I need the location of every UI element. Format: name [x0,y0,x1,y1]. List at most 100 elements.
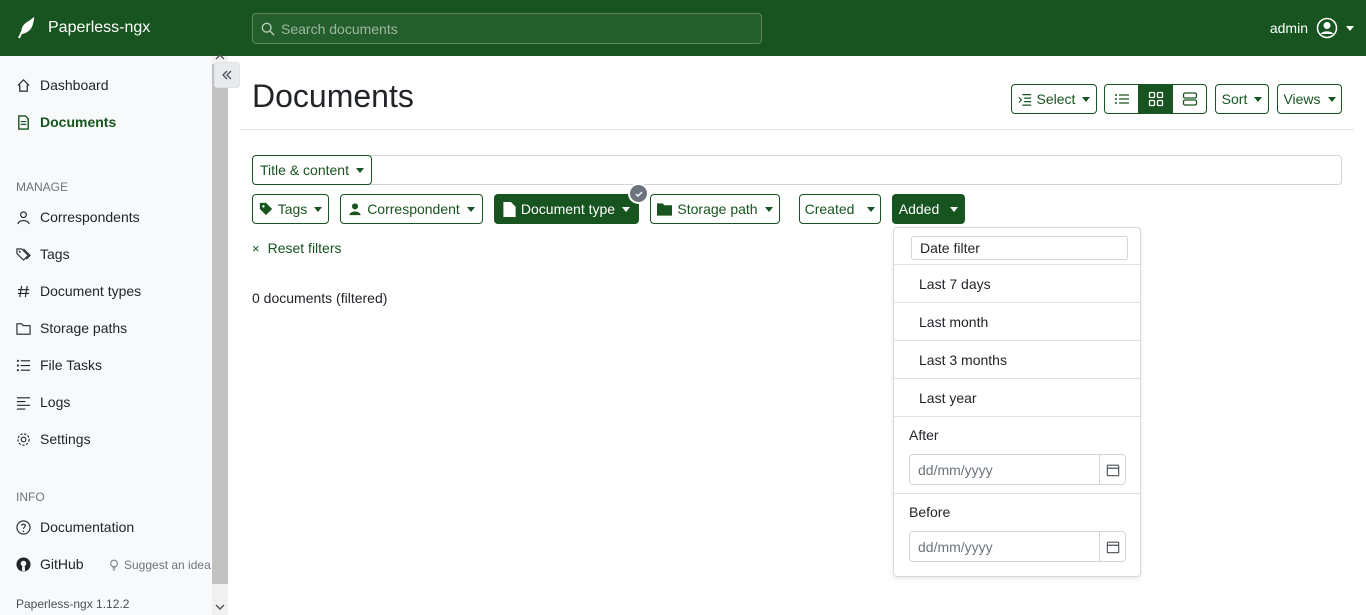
file-fill-icon [503,201,516,217]
date-filter-title: Date filter [911,236,1128,260]
tags-filter-button[interactable]: Tags [252,194,329,224]
sidebar-item-settings[interactable]: Settings [16,431,91,447]
page-title: Documents [252,78,414,114]
app-version: Paperless-ngx 1.12.2 [16,597,130,611]
house-icon [17,78,30,92]
list-task-icon [16,359,31,371]
sidebar-item-label: File Tasks [40,357,102,373]
lightbulb-icon [110,559,118,571]
brand-name: Paperless-ngx [48,19,151,36]
user-menu[interactable]: admin [1270,17,1354,39]
scroll-up-icon[interactable] [214,53,226,61]
after-date-field [909,454,1126,485]
correspondent-filter-button[interactable]: Correspondent [340,194,483,224]
sidebar-item-dashboard[interactable]: Dashboard [16,77,109,93]
sidebar-item-file-tasks[interactable]: File Tasks [16,357,102,373]
list-icon [1114,94,1129,104]
views-button[interactable]: Views [1277,84,1342,114]
grid-icon [1148,91,1163,107]
sidebar-item-document-types[interactable]: Document types [16,283,141,299]
views-label: Views [1283,91,1321,107]
date-option-last-7-days[interactable]: Last 7 days [894,264,1140,302]
reset-filters-link[interactable]: × Reset filters [252,240,342,256]
sidebar-item-correspondents[interactable]: Correspondents [16,209,140,225]
caret-down-icon [1254,96,1263,102]
caret-down-icon [622,206,631,212]
document-count: 0 documents (filtered) [252,290,388,306]
storage-path-filter-button[interactable]: Storage path [650,194,780,224]
suggest-idea-link[interactable]: Suggest an idea [108,558,211,572]
text-filter-type-button[interactable]: Title & content [252,155,372,185]
reset-filters-label: Reset filters [267,240,342,256]
file-icon [18,114,29,130]
manage-heading: MANAGE [16,180,69,194]
correspondent-filter-label: Correspondent [367,201,460,217]
tags-icon [16,247,31,261]
tag-icon [259,202,272,216]
date-option-last-year[interactable]: Last year [894,378,1140,416]
sidebar-item-logs[interactable]: Logs [16,394,70,410]
sidebar-item-tags[interactable]: Tags [16,246,70,262]
text-indent-icon [1018,94,1031,106]
select-label: Select [1036,91,1076,107]
gear-icon [17,432,30,446]
scroll-down-icon[interactable] [214,603,226,611]
divider [894,493,1140,494]
suggest-label: Suggest an idea [124,558,211,572]
sort-button[interactable]: Sort [1215,84,1269,114]
person-icon [17,210,30,224]
divider [894,416,1140,417]
text-filter-input[interactable] [252,155,1342,185]
date-option-last-month[interactable]: Last month [894,302,1140,340]
info-heading: INFO [16,490,45,504]
sidebar-item-storage-paths[interactable]: Storage paths [16,320,127,336]
sidebar-item-label: Documentation [40,519,135,535]
search-box[interactable] [252,13,762,44]
caret-down-icon [1082,96,1091,102]
top-navbar: Paperless-ngx admin [0,0,1366,56]
sidebar-item-label: GitHub [40,556,84,572]
sidebar-item-label: Document types [40,283,142,299]
calendar-icon [1106,464,1119,476]
view-details-button[interactable] [1105,85,1139,113]
storage-path-filter-label: Storage path [677,201,758,217]
caret-down-icon [950,206,959,212]
created-filter-button[interactable]: Created [799,194,881,224]
sidebar-item-label: Dashboard [40,77,109,93]
before-date-input[interactable] [910,532,1099,561]
search-icon [261,22,275,36]
created-filter-label: Created [804,201,855,217]
collapse-sidebar-button[interactable] [214,62,240,88]
added-filter-button[interactable]: Added [892,194,965,224]
sidebar-item-label: Logs [40,394,71,410]
filter-active-badge [628,183,649,204]
after-label: After [909,427,939,443]
hash-icon [17,285,30,297]
brand[interactable]: Paperless-ngx [16,17,150,39]
after-date-input[interactable] [910,455,1099,484]
calendar-icon [1106,541,1119,553]
sidebar-item-github[interactable]: GitHub [16,556,84,572]
before-label: Before [909,504,951,520]
person-fill-icon [349,203,361,216]
after-calendar-button[interactable] [1099,455,1125,484]
date-option-last-3-months[interactable]: Last 3 months [894,340,1140,378]
leaf-logo-icon [18,17,35,39]
sidebar-item-label: Settings [40,431,91,447]
view-small-cards-button[interactable] [1139,85,1173,113]
sidebar-item-label: Correspondents [40,209,140,225]
caret-down-icon [355,167,364,173]
select-button[interactable]: Select [1011,84,1097,114]
sidebar-item-documents[interactable]: Documents [16,114,116,130]
folder-icon [16,322,31,335]
view-large-cards-button[interactable] [1173,85,1206,113]
rows-icon [1182,92,1197,106]
search-input[interactable] [281,20,761,37]
before-calendar-button[interactable] [1099,532,1125,561]
caret-down-icon [466,206,475,212]
document-type-filter-button[interactable]: Document type [494,194,639,224]
tags-filter-label: Tags [277,201,308,217]
sidebar-scroll-thumb[interactable] [212,64,228,584]
caret-down-icon [1327,96,1336,102]
sidebar-item-documentation[interactable]: Documentation [16,519,134,535]
